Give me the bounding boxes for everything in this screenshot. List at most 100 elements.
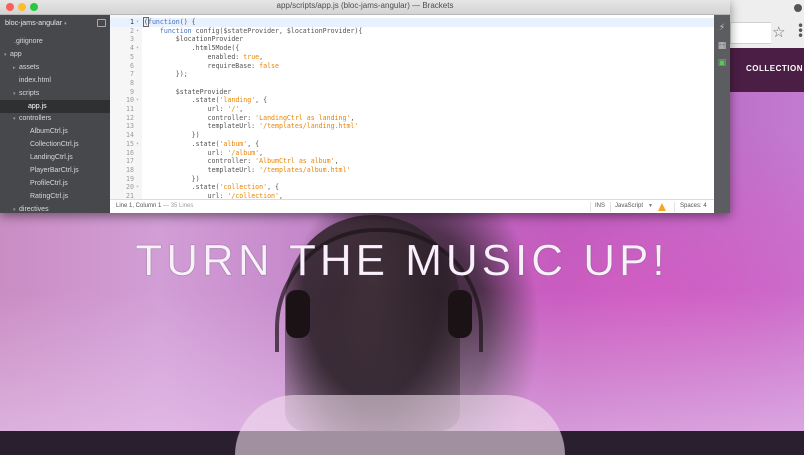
file-tree-item-label: AlbumCtrl.js	[30, 128, 68, 136]
code-token: ,	[259, 148, 264, 157]
file-tree-item[interactable]: app.js	[0, 99, 110, 113]
code-token: .state(	[144, 139, 220, 148]
fold-arrow-icon[interactable]: ▾	[136, 27, 139, 36]
file-tree-item[interactable]: ▾ controllers	[13, 112, 51, 125]
file-tree-item[interactable]: CollectionCtrl.js	[24, 138, 79, 151]
code-token: ,	[350, 113, 355, 122]
code-token: , {	[267, 183, 279, 192]
fold-arrow-icon[interactable]: ▾	[136, 96, 139, 105]
line-number: 6	[130, 61, 134, 70]
code-line[interactable]: 13 templateUrl: '/templates/landing.html…	[110, 122, 714, 131]
code-text: url: '/',	[144, 105, 244, 114]
line-number: 19	[126, 174, 134, 183]
code-text: templateUrl: '/templates/landing.html'	[144, 122, 359, 131]
code-token: 'album'	[219, 139, 248, 148]
code-token: function	[147, 18, 180, 26]
fold-arrow-icon[interactable]: ▾	[136, 44, 139, 53]
extension-manager-icon[interactable]: ▦	[716, 40, 728, 52]
code-text: .html5Mode({	[144, 44, 240, 53]
file-tree-item[interactable]: ▾ app	[4, 48, 22, 61]
file-tree-item[interactable]: ▸ assets	[13, 61, 39, 74]
code-line[interactable]: 15 ▾ .state('album', {	[110, 140, 714, 149]
warning-icon[interactable]	[658, 203, 666, 211]
code-token: .state(	[144, 96, 220, 105]
file-tree-item-label: ProfileCtrl.js	[30, 179, 68, 187]
hero-heading: TURN THE MUSIC UP!	[135, 236, 669, 285]
code-line[interactable]: 6 requireBase: false	[110, 62, 714, 71]
file-tree-item[interactable]: AlbumCtrl.js	[24, 125, 68, 138]
code-line[interactable]: 4 ▾ .html5Mode({	[110, 44, 714, 53]
code-line[interactable]: 12 controller: 'LandingCtrl as landing',	[110, 114, 714, 123]
fold-arrow-icon[interactable]: ▾	[136, 140, 139, 149]
code-line[interactable]: 16 url: '/album',	[110, 149, 714, 158]
file-tree-item[interactable]: ▾ directives	[13, 203, 49, 213]
code-token: requireBase:	[144, 61, 260, 70]
code-line[interactable]: 14 })	[110, 131, 714, 140]
file-tree-item[interactable]: LandingCtrl.js	[24, 151, 73, 164]
code-token: ,	[239, 105, 244, 113]
code-line[interactable]: 7 });	[110, 70, 714, 79]
code-line[interactable]: 1 ▾ (function() {	[110, 17, 714, 27]
bookmark-star-icon[interactable]: ☆	[772, 22, 785, 42]
extension-green-icon[interactable]: ▣	[716, 57, 728, 69]
code-token: '/collection'	[227, 192, 279, 199]
file-tree-item[interactable]: index.html	[13, 74, 51, 87]
window-title: app/scripts/app.js (bloc-jams-angular) —…	[276, 1, 454, 10]
code-text: url: '/album',	[144, 148, 264, 158]
cursor-position[interactable]: Line 1, Column 1 — 35 Lines	[116, 200, 193, 213]
code-line[interactable]: 19 })	[110, 175, 714, 184]
file-tree-item[interactable]: ▾ scripts	[13, 87, 39, 100]
code-line[interactable]: 18 templateUrl: '/templates/album.html'	[110, 166, 714, 175]
insert-mode-toggle[interactable]: INS	[595, 200, 605, 213]
project-title-dropdown[interactable]: bloc-jams-angular ▾	[5, 18, 67, 27]
code-text: url: '/collection',	[144, 192, 283, 199]
fold-arrow-icon[interactable]: ▾	[136, 183, 139, 192]
code-line[interactable]: 5 enabled: true,	[110, 53, 714, 62]
code-token: 'LandingCtrl as landing'	[255, 113, 351, 122]
code-line[interactable]: 8	[110, 79, 714, 88]
code-line[interactable]: 17 controller: 'AlbumCtrl as album',	[110, 157, 714, 166]
line-number: 3	[130, 35, 134, 44]
browser-menu-icon[interactable]: •••	[797, 20, 804, 42]
indent-spaces-control[interactable]: Spaces: 4	[680, 200, 707, 213]
fold-arrow-icon[interactable]: ▾	[136, 18, 139, 27]
code-token: ,	[334, 157, 339, 166]
file-tree-item[interactable]: PlayerBarCtrl.js	[24, 164, 79, 177]
live-preview-icon[interactable]: ⚡	[716, 22, 728, 34]
code-editor[interactable]: 1 ▾ (function() {2 ▾ function config($state…	[110, 15, 714, 199]
code-line[interactable]: 9 $stateProvider	[110, 88, 714, 97]
status-divider	[610, 202, 611, 212]
code-line[interactable]: 10 ▾ .state('landing', {	[110, 96, 714, 105]
code-text: controller: 'AlbumCtrl as album',	[144, 157, 339, 166]
line-number: 7	[130, 70, 134, 79]
code-line[interactable]: 3 $locationProvider	[110, 35, 714, 44]
code-token: templateUrl:	[144, 165, 260, 174]
code-text: requireBase: false	[144, 62, 279, 71]
code-token: })	[144, 131, 200, 140]
code-token: 'collection'	[219, 183, 268, 192]
line-number: 14	[126, 131, 134, 140]
window-titlebar: app/scripts/app.js (bloc-jams-angular) —…	[0, 0, 730, 15]
code-line[interactable]: 11 url: '/',	[110, 105, 714, 114]
nav-link-collection[interactable]: COLLECTION	[746, 64, 803, 73]
code-token: .state(	[144, 183, 220, 192]
code-text: function config($stateProvider, $locatio…	[144, 27, 362, 36]
code-text: .state('landing', {	[144, 96, 267, 105]
code-token: false	[259, 61, 279, 70]
code-token: })	[144, 174, 200, 183]
file-tree-item[interactable]: .gitignore	[8, 35, 43, 48]
code-token: config($stateProvider, $locationProvider…	[191, 26, 363, 35]
line-number: 8	[130, 78, 134, 87]
file-tree-item[interactable]: ProfileCtrl.js	[24, 177, 68, 190]
profile-dot-icon[interactable]	[794, 4, 802, 12]
code-token: $locationProvider	[144, 35, 244, 44]
browser-address-field[interactable]	[730, 22, 771, 44]
code-line[interactable]: 20 ▾ .state('collection', {	[110, 183, 714, 192]
code-token: '/templates/landing.html'	[259, 122, 359, 131]
code-token: ,	[278, 192, 283, 199]
split-view-icon[interactable]	[97, 19, 106, 27]
file-tree-item[interactable]: RatingCtrl.js	[24, 190, 68, 203]
code-line[interactable]: 21 url: '/collection',	[110, 192, 714, 199]
code-line[interactable]: 2 ▾ function config($stateProvider, $loca…	[110, 27, 714, 36]
